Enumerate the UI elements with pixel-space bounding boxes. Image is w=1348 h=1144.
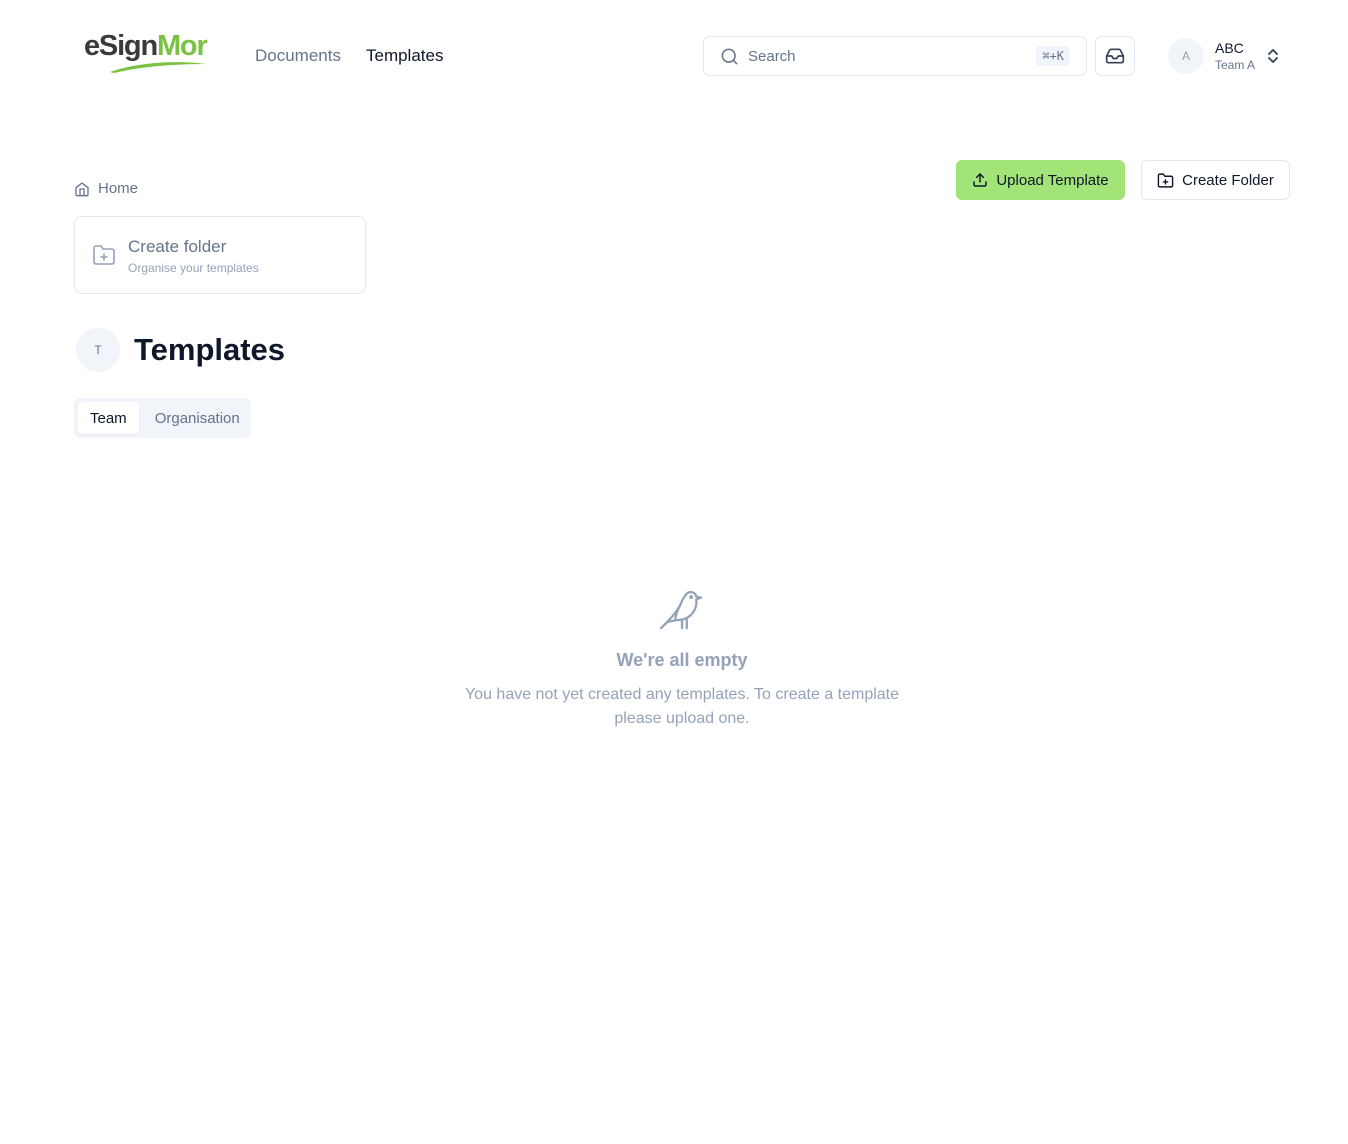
logo-text-part1: eS (84, 30, 118, 62)
search-icon (720, 46, 740, 66)
page-header: T Templates (76, 328, 285, 372)
chevrons-up-down-icon (1268, 49, 1278, 63)
avatar: A (1168, 38, 1204, 74)
esignmor-logo[interactable]: eSignMor (82, 26, 212, 76)
create-folder-card[interactable]: Create folder Organise your templates (74, 216, 366, 294)
search-input[interactable]: Search ⌘+K (703, 36, 1087, 76)
tab-team[interactable]: Team (78, 402, 139, 434)
create-folder-button[interactable]: Create Folder (1141, 160, 1290, 200)
top-header: eSignMor Documents Templates Search ⌘+K … (0, 0, 1348, 112)
create-folder-card-subtitle: Organise your templates (128, 260, 259, 275)
scope-tabs: Team Organisation (74, 398, 251, 438)
breadcrumb-home[interactable]: Home (74, 180, 138, 197)
upload-template-button[interactable]: Upload Template (956, 160, 1125, 200)
empty-state: We're all empty You have not yet created… (440, 588, 924, 731)
folder-plus-icon (1157, 172, 1174, 188)
breadcrumb-home-label: Home (98, 180, 139, 197)
search-placeholder: Search (748, 47, 796, 65)
account-name: ABC (1215, 40, 1244, 56)
search-shortcut-badge: ⌘+K (1036, 46, 1070, 66)
tab-organisation[interactable]: Organisation (143, 402, 252, 434)
account-info: ABC Team A (1215, 39, 1255, 73)
upload-template-label: Upload Template (996, 171, 1109, 189)
logo-text-part3: Mor (156, 30, 208, 62)
upload-icon (973, 173, 988, 187)
nav-templates[interactable]: Templates (366, 46, 443, 66)
folder-plus-icon (93, 245, 115, 265)
home-icon (75, 181, 89, 196)
main-nav: Documents Templates (255, 46, 443, 66)
bird-icon (659, 590, 703, 630)
page-title: Templates (134, 332, 286, 367)
team-avatar: T (76, 328, 120, 372)
create-folder-card-text: Create folder Organise your templates (128, 236, 259, 275)
logo-text-part2: ign (117, 30, 158, 62)
logo-wordmark: eSignMor (84, 30, 208, 63)
inbox-icon (1105, 48, 1125, 64)
inbox-button[interactable] (1095, 36, 1135, 76)
empty-state-description: You have not yet created any templates. … (464, 686, 900, 727)
create-folder-card-title: Create folder (128, 236, 227, 256)
create-folder-label: Create Folder (1182, 171, 1274, 189)
account-switcher[interactable]: A ABC Team A (1168, 36, 1288, 76)
logo-swoosh-icon (110, 62, 206, 73)
nav-documents[interactable]: Documents (255, 46, 341, 66)
empty-state-title: We're all empty (616, 650, 748, 670)
account-team: Team A (1215, 58, 1256, 72)
